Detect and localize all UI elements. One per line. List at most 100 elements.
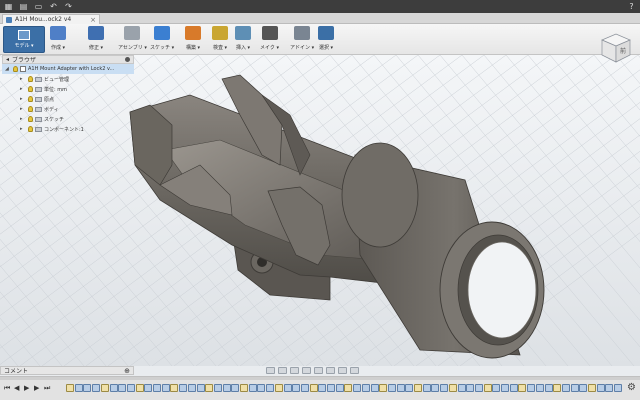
timeline-feature-icon[interactable] [300,384,309,392]
redo-icon[interactable]: ↷ [64,2,73,11]
ribbon-addins-button[interactable]: アドイン ▾ [290,26,314,53]
expand-arrow-icon[interactable]: ◢ [5,66,11,72]
collapse-icon[interactable]: ◂ [6,56,9,63]
grid-menu-icon[interactable]: ▦ [4,2,13,11]
expand-arrow-icon[interactable]: ▸ [20,116,26,122]
visibility-bulb-icon[interactable] [28,116,33,122]
timeline-feature-icon[interactable] [126,384,135,392]
visibility-bulb-icon[interactable] [28,76,33,82]
timeline-feature-icon[interactable] [335,384,344,392]
file-menu-icon[interactable]: ▤ [19,2,28,11]
timeline-feature-icon[interactable] [153,384,161,392]
close-tab-icon[interactable]: × [90,16,96,24]
timeline-sketch-feature-icon[interactable] [170,384,179,392]
look-at-icon[interactable] [278,367,287,374]
timeline-feature-icon[interactable] [266,384,275,392]
expand-arrow-icon[interactable]: ▸ [20,106,26,112]
timeline-feature-icon[interactable] [605,384,614,392]
timeline-feature-icon[interactable] [579,384,588,392]
orbit-icon[interactable] [266,367,275,374]
expand-arrow-icon[interactable]: ▸ [20,126,26,132]
timeline-feature-icon[interactable] [501,384,509,392]
timeline-feature-icon[interactable] [222,384,231,392]
timeline-feature-icon[interactable] [457,384,466,392]
timeline-feature-icon[interactable] [187,384,196,392]
timeline-sketch-feature-icon[interactable] [553,384,562,392]
ribbon-select-button[interactable]: 選択 ▾ [318,26,334,53]
timeline-feature-icon[interactable] [396,384,405,392]
grid-settings-icon[interactable] [338,367,347,374]
timeline-sketch-feature-icon[interactable] [448,384,457,392]
ribbon-sketch-button[interactable]: スケッチ ▾ [150,26,174,53]
timeline-play-icon[interactable]: ▶ [24,384,29,392]
ribbon-inspect-button[interactable]: 検査 ▾ [212,26,228,53]
timeline-feature-icon[interactable] [561,384,570,392]
timeline-step-forward-icon[interactable]: ▶ [34,384,39,392]
ribbon-insert-button[interactable]: 挿入 ▾ [235,26,251,53]
ribbon-make-button[interactable]: メイク ▾ [260,26,279,53]
timeline-step-back-icon[interactable]: ◀ [14,384,19,392]
document-tab[interactable]: A1H Mou...ock2 v4 × [2,14,100,24]
timeline-feature-icon[interactable] [161,384,170,392]
timeline-sketch-feature-icon[interactable] [100,384,109,392]
timeline-sketch-feature-icon[interactable] [309,384,318,392]
timeline-feature-icon[interactable] [144,384,153,392]
browser-item-folder[interactable]: ▸ スケッチ [2,114,134,124]
timeline-feature-icon[interactable] [118,384,127,392]
ribbon-assemble-button[interactable]: アセンブリ ▾ [118,26,147,53]
timeline-feature-icon[interactable] [83,384,92,392]
pin-icon[interactable] [125,57,130,62]
timeline-feature-icon[interactable] [74,384,83,392]
timeline-sketch-feature-icon[interactable] [588,384,596,392]
timeline-feature-icon[interactable] [248,384,257,392]
workspace-switcher-button[interactable]: モデル ▾ [3,26,45,53]
ribbon-construct-button[interactable]: 構築 ▾ [185,26,201,53]
zoom-icon[interactable] [302,367,311,374]
comments-panel[interactable]: コメント ⊕ [0,366,134,375]
browser-root-item[interactable]: ◢ A1H Mount Adapter with Lock2 v... [2,64,134,74]
timeline-feature-icon[interactable] [109,384,118,392]
expand-arrow-icon[interactable]: ▸ [20,76,26,82]
view-cube[interactable]: 前 [596,30,634,64]
visibility-bulb-icon[interactable] [28,86,33,92]
timeline-feature-icon[interactable] [614,384,623,392]
timeline-feature-icon[interactable] [527,384,536,392]
ribbon-create-button[interactable]: 作成 ▾ [50,26,66,53]
expand-arrow-icon[interactable]: ▸ [20,96,26,102]
expand-arrow-icon[interactable]: ▸ [20,86,26,92]
timeline-sketch-feature-icon[interactable] [379,384,388,392]
timeline-feature-icon[interactable] [327,384,335,392]
timeline-sketch-feature-icon[interactable] [344,384,353,392]
timeline-sketch-feature-icon[interactable] [483,384,492,392]
visibility-bulb-icon[interactable] [28,106,33,112]
timeline-feature-icon[interactable] [596,384,605,392]
timeline-feature-icon[interactable] [196,384,205,392]
browser-item-folder[interactable]: ▸ ボディ [2,104,134,114]
timeline-feature-icon[interactable] [570,384,579,392]
timeline-feature-icon[interactable] [231,384,240,392]
timeline-settings-gear-icon[interactable]: ⚙ [627,382,636,393]
timeline-feature-icon[interactable] [257,384,266,392]
timeline-feature-icon[interactable] [492,384,501,392]
timeline-feature-icon[interactable] [466,384,475,392]
timeline-feature-icon[interactable] [544,384,553,392]
display-settings-icon[interactable] [326,367,335,374]
timeline-feature-icon[interactable] [509,384,518,392]
timeline-feature-icon[interactable] [474,384,483,392]
help-icon[interactable]: ? [627,2,636,11]
visibility-bulb-icon[interactable] [28,96,33,102]
timeline-feature-icon[interactable] [92,384,101,392]
undo-icon[interactable]: ↶ [49,2,58,11]
timeline-sketch-feature-icon[interactable] [205,384,214,392]
timeline-sketch-feature-icon[interactable] [66,384,74,392]
timeline-feature-icon[interactable] [535,384,544,392]
timeline-feature-icon[interactable] [292,384,301,392]
fit-icon[interactable] [314,367,323,374]
browser-item-units[interactable]: ▸ 単位: mm [2,84,134,94]
timeline-feature-icon[interactable] [431,384,440,392]
browser-item-folder[interactable]: ▸ 原点 [2,94,134,104]
visibility-bulb-icon[interactable] [13,66,18,72]
timeline-feature-icon[interactable] [179,384,188,392]
timeline-sketch-feature-icon[interactable] [414,384,422,392]
browser-item-component[interactable]: ▸ コンポーネント:1 [2,124,134,134]
